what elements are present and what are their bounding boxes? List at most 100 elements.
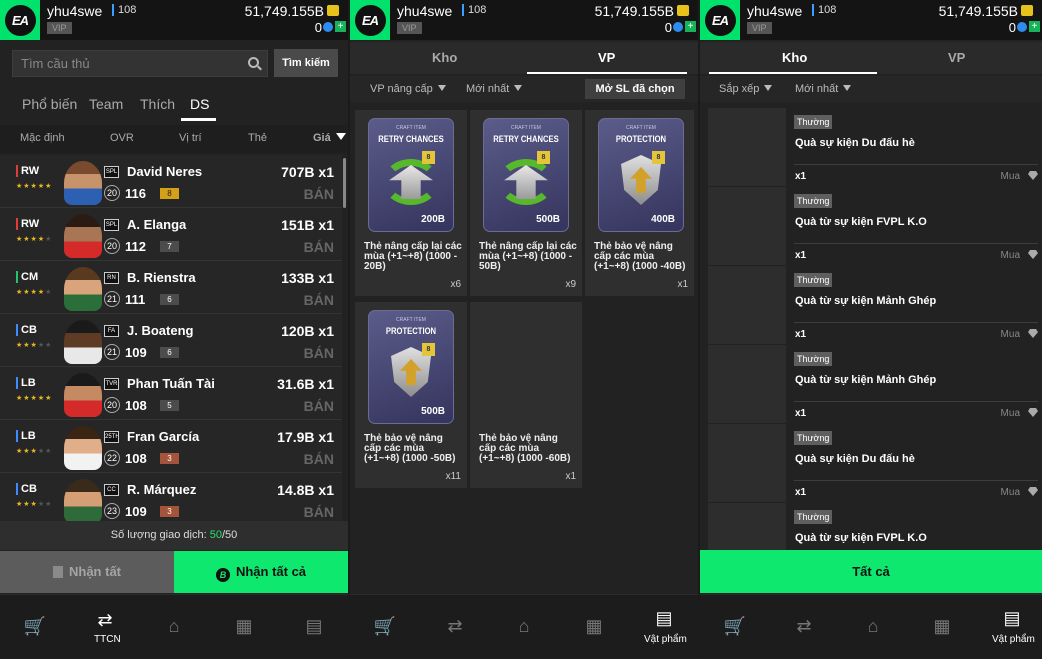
buy-button[interactable]: Mua xyxy=(1001,329,1020,340)
player-name: Fran García xyxy=(127,429,200,444)
player-name: J. Boateng xyxy=(127,323,194,338)
ea-logo[interactable]: EA xyxy=(350,0,390,40)
caret-down-icon xyxy=(514,85,523,91)
inventory-row[interactable]: Thường Quà từ sự kiện FVPL K.O xyxy=(708,503,1042,550)
squad-icon[interactable]: ▦ xyxy=(583,615,605,637)
home-icon[interactable]: ⌂ xyxy=(862,615,884,637)
filter-type[interactable]: VP nâng cấp xyxy=(370,83,446,95)
search-button[interactable]: Tìm kiếm xyxy=(274,49,338,77)
inventory-row[interactable]: Thường Quà từ sự kiện Mảnh Ghép x1 Mua xyxy=(708,266,1042,344)
buy-button[interactable]: Mua xyxy=(1001,250,1020,261)
receive-all-button[interactable]: B Nhận tất cả xyxy=(174,551,348,593)
points-balance: 0 xyxy=(1008,20,1016,35)
tab-team[interactable]: Team xyxy=(89,96,123,112)
home-icon[interactable]: ⌂ xyxy=(163,615,185,637)
item-card[interactable]: CRAFT ITEM PROTECTION 8 400B Thẻ bảo vệ … xyxy=(585,110,694,296)
inventory-icon[interactable]: ▤ xyxy=(303,615,325,637)
player-row[interactable]: RW ★★★★★ SPL A. Elanga 20 112 7 151B x1 … xyxy=(0,208,342,261)
player-row[interactable]: CB ★★★★★ FA J. Boateng 21 109 6 120B x1 … xyxy=(0,314,342,367)
player-avatar xyxy=(64,267,102,311)
sort-position[interactable]: Vị trí xyxy=(179,132,202,144)
open-selected-button[interactable]: Mở SL đã chọn xyxy=(585,79,685,99)
plus-icon[interactable]: + xyxy=(1029,21,1040,32)
bp-icon xyxy=(673,22,683,32)
player-row[interactable]: CB ★★★★★ CC R. Márquez 23 109 3 14.8B x1… xyxy=(0,473,342,526)
inventory-row[interactable]: Thường Quà sự kiện Du đấu hè x1 Mua xyxy=(708,424,1042,502)
search-placeholder: Tìm cầu thủ xyxy=(21,56,90,71)
nav-label-items: Vật phẩm xyxy=(992,634,1035,645)
search-input[interactable]: Tìm cầu thủ xyxy=(12,50,268,77)
top-bar: EA yhu4swe 108 VIP 51,749.155B 0 + xyxy=(350,0,698,40)
tab-liked[interactable]: Thích xyxy=(140,96,175,112)
ea-logo[interactable]: EA xyxy=(700,0,740,40)
filter-sort[interactable]: Mới nhất xyxy=(795,83,852,95)
upgrade-level: 8 xyxy=(160,188,179,199)
tab-kho[interactable]: Kho xyxy=(432,50,457,65)
tab-popular[interactable]: Phổ biến xyxy=(22,96,77,112)
plus-icon[interactable]: + xyxy=(335,21,346,32)
cart-icon[interactable]: 🛒 xyxy=(724,615,746,637)
sort-card[interactable]: Thẻ xyxy=(248,132,267,144)
item-card[interactable]: CRAFT ITEM RETRY CHANCES 8 500B Thẻ nâng… xyxy=(470,110,582,296)
receive-button[interactable]: Nhận tất xyxy=(0,551,174,593)
cart-icon[interactable]: 🛒 xyxy=(24,615,46,637)
sell-status: BÁN xyxy=(303,345,334,361)
buy-button[interactable]: Mua xyxy=(1001,171,1020,182)
filter-sort-by[interactable]: Sắp xếp xyxy=(719,83,773,95)
upgrade-level: 7 xyxy=(160,241,179,252)
username: yhu4swe xyxy=(47,3,103,19)
buy-button[interactable]: Mua xyxy=(1001,487,1020,498)
inventory-row[interactable]: Thường Quà từ sự kiện FVPL K.O x1 Mua xyxy=(708,187,1042,265)
plus-icon[interactable]: + xyxy=(685,21,696,32)
inventory-row[interactable]: Thường Quà từ sự kiện Mảnh Ghép x1 Mua xyxy=(708,345,1042,423)
all-button[interactable]: Tất cả xyxy=(700,550,1042,593)
pack-amount: 200B xyxy=(421,214,445,225)
transfer-icon[interactable]: ⇄ xyxy=(444,615,466,637)
tab-ds[interactable]: DS xyxy=(190,96,209,112)
ea-logo[interactable]: EA xyxy=(0,0,40,40)
item-qty: x6 xyxy=(450,279,461,290)
sell-status: BÁN xyxy=(303,504,334,520)
scrollbar[interactable] xyxy=(343,158,346,208)
inventory-row[interactable]: Thường Quà sự kiện Du đấu hè x1 Mua xyxy=(708,108,1042,186)
item-card[interactable]: CRAFT ITEM PROTECTION 8 500B Thẻ bảo vệ … xyxy=(355,302,467,488)
transfer-icon[interactable]: ⇄ xyxy=(793,615,815,637)
transfer-icon[interactable]: ⇄ xyxy=(94,609,116,631)
inventory-icon[interactable]: ▤ xyxy=(1001,607,1023,629)
club-badge: RN xyxy=(104,272,119,284)
filter-type-label: VP nâng cấp xyxy=(370,83,433,95)
search-icon[interactable] xyxy=(248,57,259,68)
sort-default[interactable]: Mặc định xyxy=(20,132,65,144)
nav-label-ttcn: TTCN xyxy=(94,634,121,645)
item-card[interactable]: Thẻ bảo vệ nâng cấp các mùa (+1~+8) (100… xyxy=(470,302,582,488)
divider xyxy=(794,401,1038,402)
coin-icon xyxy=(327,5,339,16)
trade-label: Số lượng giao dịch: xyxy=(110,529,207,541)
player-row[interactable]: CM ★★★★★ RN B. Rienstra 21 111 6 133B x1… xyxy=(0,261,342,314)
filter-sort[interactable]: Mới nhất xyxy=(466,83,523,95)
squad-icon[interactable]: ▦ xyxy=(931,615,953,637)
tab-kho[interactable]: Kho xyxy=(782,50,807,65)
cart-icon[interactable]: 🛒 xyxy=(374,615,396,637)
coin-balance: 51,749.155B xyxy=(938,3,1018,19)
tab-vp[interactable]: VP xyxy=(598,50,615,65)
price-qty: x1 xyxy=(318,429,334,445)
caret-down-icon xyxy=(437,85,446,91)
player-row[interactable]: LB ★★★★★ TVR Phan Tuấn Tài 20 108 5 31.6… xyxy=(0,367,342,420)
item-thumbnail xyxy=(708,345,786,423)
upgrade-level: 5 xyxy=(160,400,179,411)
item-card[interactable]: CRAFT ITEM RETRY CHANCES 8 200B Thẻ nâng… xyxy=(355,110,467,296)
level-8-badge: 8 xyxy=(422,343,435,356)
sort-ovr[interactable]: OVR xyxy=(110,132,134,144)
home-icon[interactable]: ⌂ xyxy=(513,615,535,637)
squad-icon[interactable]: ▦ xyxy=(233,615,255,637)
rarity-tag: Thường xyxy=(794,431,833,445)
player-row[interactable]: RW ★★★★★ SPL David Neres 20 116 8 707B x… xyxy=(0,155,342,208)
player-row[interactable]: LB ★★★★★ 25TH Fran García 22 108 3 17.9B… xyxy=(0,420,342,473)
tab-vp[interactable]: VP xyxy=(948,50,965,65)
sort-price[interactable]: Giá xyxy=(313,132,346,144)
inventory-icon[interactable]: ▤ xyxy=(653,607,675,629)
trade-count: 50 xyxy=(209,529,222,541)
buy-button[interactable]: Mua xyxy=(1001,408,1020,419)
season-grade: 20 xyxy=(104,397,120,413)
